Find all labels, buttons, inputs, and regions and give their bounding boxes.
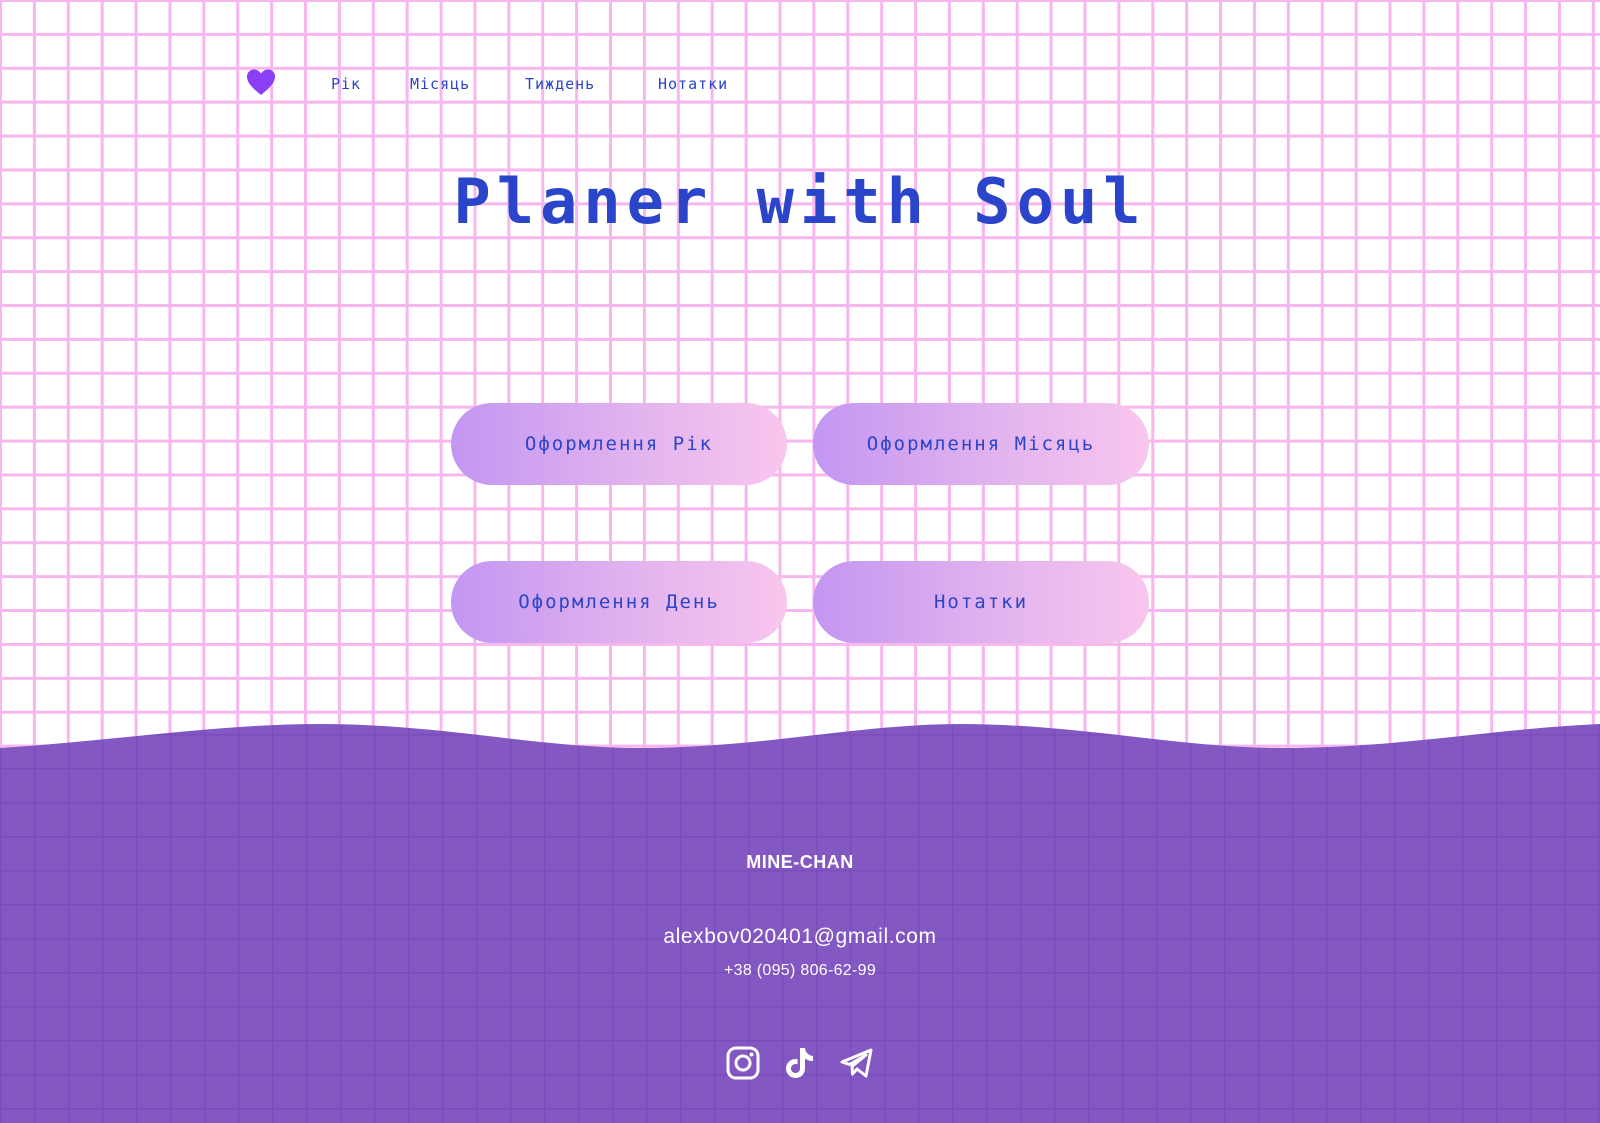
nav-link-year[interactable]: Рік [331,75,361,93]
telegram-icon [840,1047,874,1084]
instagram-icon [726,1046,760,1085]
logo-link[interactable] [245,68,277,100]
tiktok-link[interactable] [780,1045,820,1085]
nav-link-month[interactable]: Місяць [410,75,470,93]
page-title: Planer with Soul [453,165,1147,238]
tiktok-icon [784,1046,816,1085]
footer-brand: MINE-CHAN [746,852,854,872]
notes-button[interactable]: Нотатки [813,561,1149,643]
telegram-link[interactable] [837,1045,877,1085]
instagram-link[interactable] [723,1045,763,1085]
footer-email-link[interactable]: alexbov020401@gmail.com [0,925,1600,949]
heart-icon [246,68,276,100]
footer-phone-link[interactable]: +38 (095) 806-62-99 [0,962,1600,980]
footer: MINE-CHAN alexbov020401@gmail.com +38 (0… [0,700,1600,1123]
year-design-button[interactable]: Оформлення Рік [451,403,787,485]
day-design-button[interactable]: Оформлення День [451,561,787,643]
top-nav: Рік Місяць Тиждень Нотатки [245,64,727,104]
footer-content: MINE-CHAN alexbov020401@gmail.com +38 (0… [0,700,1600,1123]
social-links [0,1045,1600,1085]
nav-link-week[interactable]: Тиждень [525,75,595,93]
nav-link-notes[interactable]: Нотатки [658,75,728,93]
month-design-button[interactable]: Оформлення Місяць [813,403,1149,485]
